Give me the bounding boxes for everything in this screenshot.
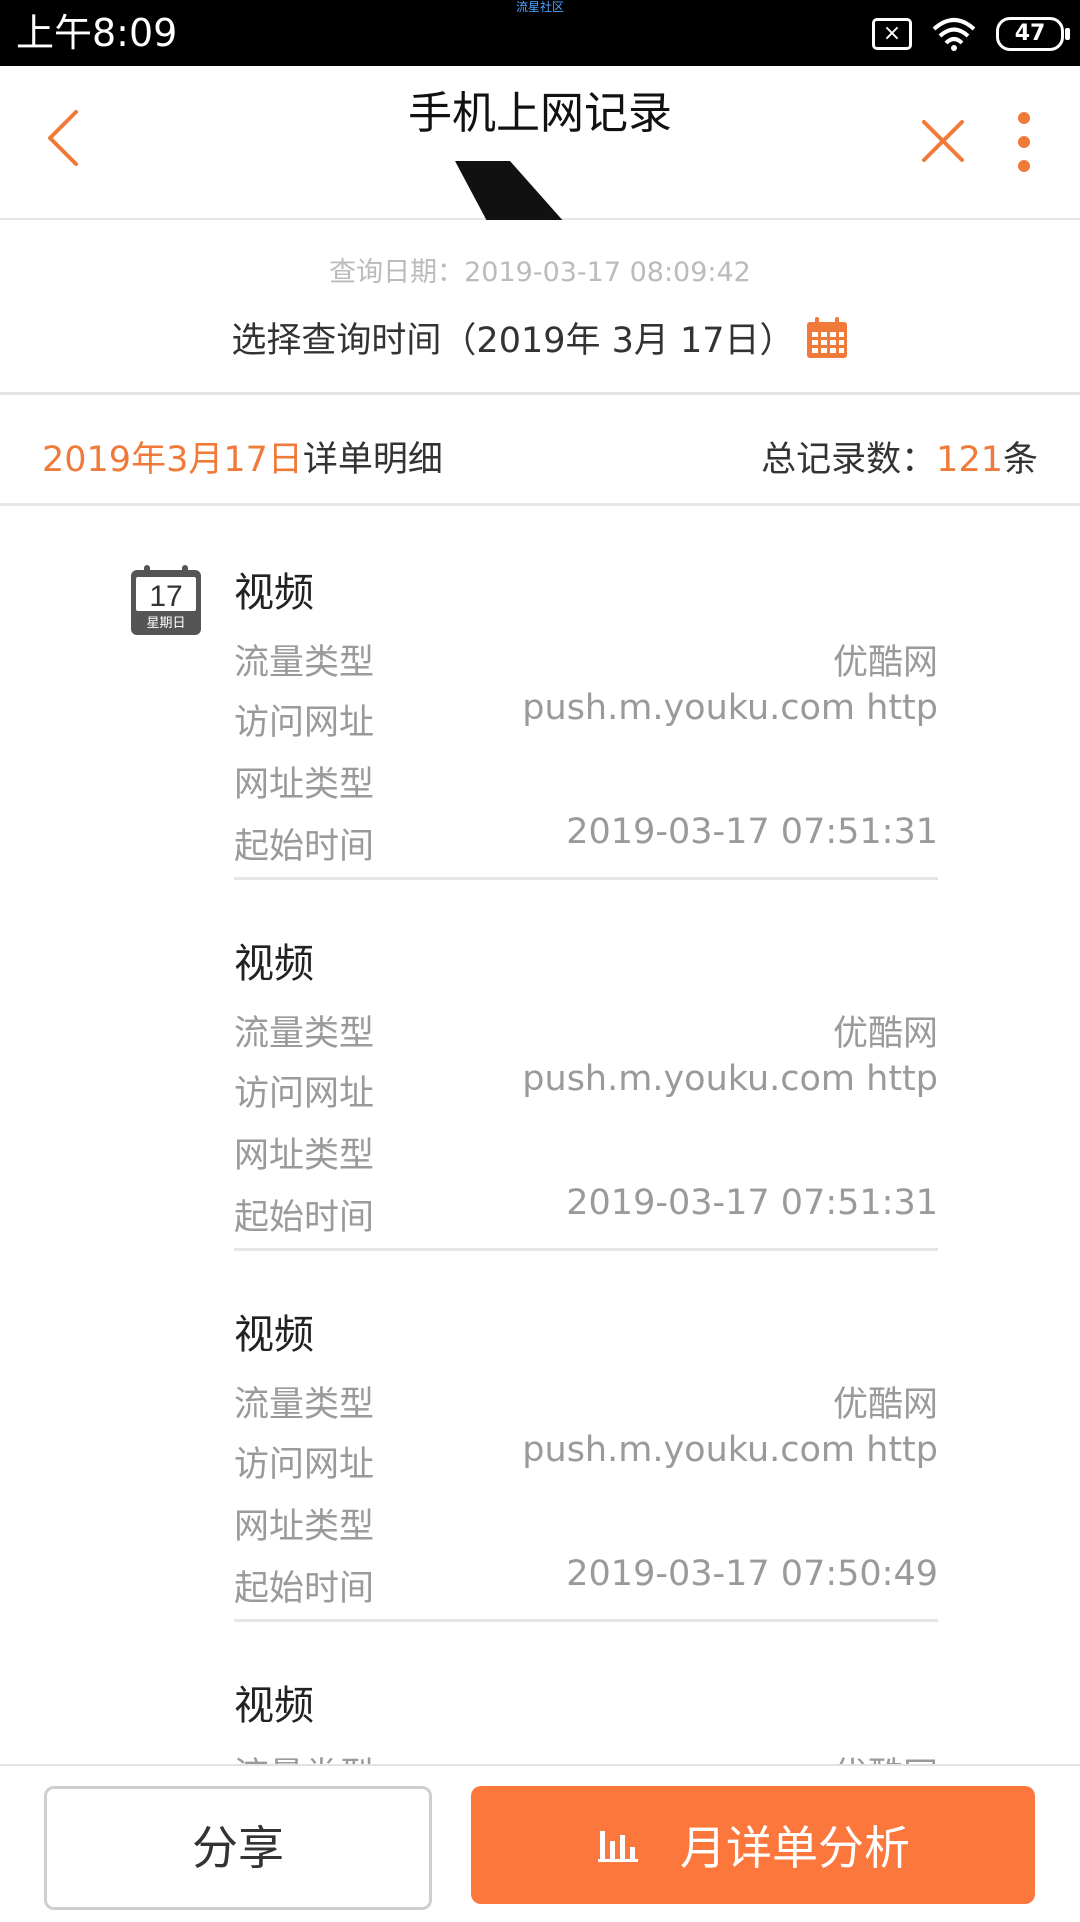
- record-row: 访问网址 push.m.youku.com http: [234, 688, 938, 754]
- count-unit: 条: [1002, 440, 1038, 480]
- url-value: push.m.youku.com http: [522, 1059, 938, 1099]
- record-title: 视频: [234, 1312, 314, 1358]
- status-time: 上午8:09: [16, 11, 178, 55]
- page-title: 手机上网记录: [408, 88, 672, 139]
- url-type-label: 网址类型: [234, 1507, 375, 1547]
- record-row: 访问网址 push.m.youku.com http: [234, 1430, 938, 1496]
- start-time-label: 起始时间: [234, 827, 375, 867]
- bottom-action-bar: 分享 月详单分析: [0, 1764, 1080, 1922]
- record-row: 起始时间 2019-03-17 07:51:31: [234, 1183, 938, 1249]
- flow-type-label: 流量类型: [234, 1385, 375, 1425]
- url-label: 访问网址: [234, 703, 375, 743]
- total-count: 121: [936, 440, 1003, 480]
- record-row: 网址类型: [234, 1127, 938, 1187]
- share-button[interactable]: 分享: [44, 1786, 432, 1910]
- day-calendar-badge-icon: 17 星期日: [131, 565, 201, 635]
- list-item[interactable]: 视频 流量类型 优酷网: [234, 1619, 938, 1764]
- bar-chart-icon: [598, 1831, 638, 1862]
- summary-bar: 2019年3月17日详单明细 总记录数：121条: [0, 395, 1080, 506]
- url-value: push.m.youku.com http: [522, 688, 938, 728]
- query-date: 查询日期：2019-03-17 08:09:42: [329, 257, 751, 288]
- choose-query-time[interactable]: 选择查询时间（2019年 3月 17日）: [0, 312, 1080, 363]
- url-type-label: 网址类型: [234, 765, 375, 805]
- title-decoration: [455, 161, 565, 223]
- record-row: 起始时间 2019-03-17 07:50:49: [234, 1554, 938, 1620]
- url-type-label: 网址类型: [234, 1136, 375, 1176]
- list-item[interactable]: 视频 流量类型 优酷网 访问网址 push.m.youku.com http 网…: [234, 1248, 938, 1622]
- more-options-icon[interactable]: [1016, 110, 1032, 174]
- start-time-value: 2019-03-17 07:51:31: [566, 812, 938, 852]
- close-icon[interactable]: [920, 118, 966, 164]
- detail-date: 2019年3月17日: [42, 440, 303, 480]
- query-section: 查询日期：2019-03-17 08:09:42 选择查询时间（2019年 3月…: [0, 220, 1080, 395]
- total-records: 总记录数：121条: [761, 431, 1038, 482]
- start-time-value: 2019-03-17 07:51:31: [566, 1183, 938, 1223]
- record-list[interactable]: 17 星期日 视频 流量类型 优酷网 访问网址 push.m.youku.com…: [0, 506, 1080, 1764]
- flow-type-value: 优酷网: [832, 643, 938, 683]
- badge-weekday: 星期日: [146, 616, 185, 631]
- record-row: 访问网址 push.m.youku.com http: [234, 1059, 938, 1125]
- start-time-label: 起始时间: [234, 1198, 375, 1238]
- record-row: 流量类型 优酷网: [234, 1005, 938, 1065]
- flow-type-value: 优酷网: [832, 1385, 938, 1425]
- status-bar: 上午8:09 流星社区 × 47: [0, 0, 1080, 66]
- start-time-value: 2019-03-17 07:50:49: [566, 1554, 938, 1594]
- record-title: 视频: [234, 570, 314, 616]
- status-icons: × 47: [872, 14, 1070, 54]
- no-sim-icon: ×: [872, 18, 912, 50]
- wifi-icon: [932, 18, 976, 51]
- choose-query-time-label: 选择查询时间（2019年 3月 17日）: [231, 321, 795, 361]
- monthly-analysis-label: 月详单分析: [680, 1821, 910, 1875]
- record-row: 网址类型: [234, 756, 938, 816]
- flow-type-label: 流量类型: [234, 1747, 374, 1764]
- start-time-label: 起始时间: [234, 1569, 375, 1609]
- record-row: 起始时间 2019-03-17 07:51:31: [234, 812, 938, 878]
- detail-heading: 2019年3月17日详单明细: [42, 431, 443, 482]
- record-row: 流量类型 优酷网: [234, 1747, 938, 1764]
- app-header: 手机上网记录: [0, 66, 1080, 223]
- status-center-label: 流星社区: [515, 0, 564, 14]
- record-row: 流量类型 优酷网: [234, 1376, 938, 1436]
- url-label: 访问网址: [234, 1074, 375, 1114]
- list-item[interactable]: 视频 流量类型 优酷网 访问网址 push.m.youku.com http 网…: [234, 506, 938, 880]
- battery-icon: 47: [996, 17, 1070, 51]
- record-title: 视频: [234, 941, 314, 987]
- record-row: 流量类型 优酷网: [234, 634, 938, 694]
- list-item[interactable]: 视频 流量类型 优酷网 访问网址 push.m.youku.com http 网…: [234, 877, 938, 1251]
- flow-type-value: 优酷网: [833, 1747, 938, 1764]
- calendar-icon[interactable]: [805, 316, 849, 360]
- flow-type-label: 流量类型: [234, 1014, 375, 1054]
- detail-suffix: 详单明细: [302, 440, 443, 480]
- record-row: 网址类型: [234, 1498, 938, 1558]
- record-title: 视频: [234, 1683, 314, 1729]
- url-value: push.m.youku.com http: [522, 1430, 938, 1470]
- total-label: 总记录数：: [761, 440, 937, 480]
- flow-type-label: 流量类型: [234, 643, 375, 683]
- monthly-analysis-button[interactable]: 月详单分析: [471, 1786, 1035, 1904]
- badge-day: 17: [149, 580, 182, 613]
- flow-type-value: 优酷网: [832, 1014, 938, 1054]
- url-label: 访问网址: [234, 1445, 375, 1485]
